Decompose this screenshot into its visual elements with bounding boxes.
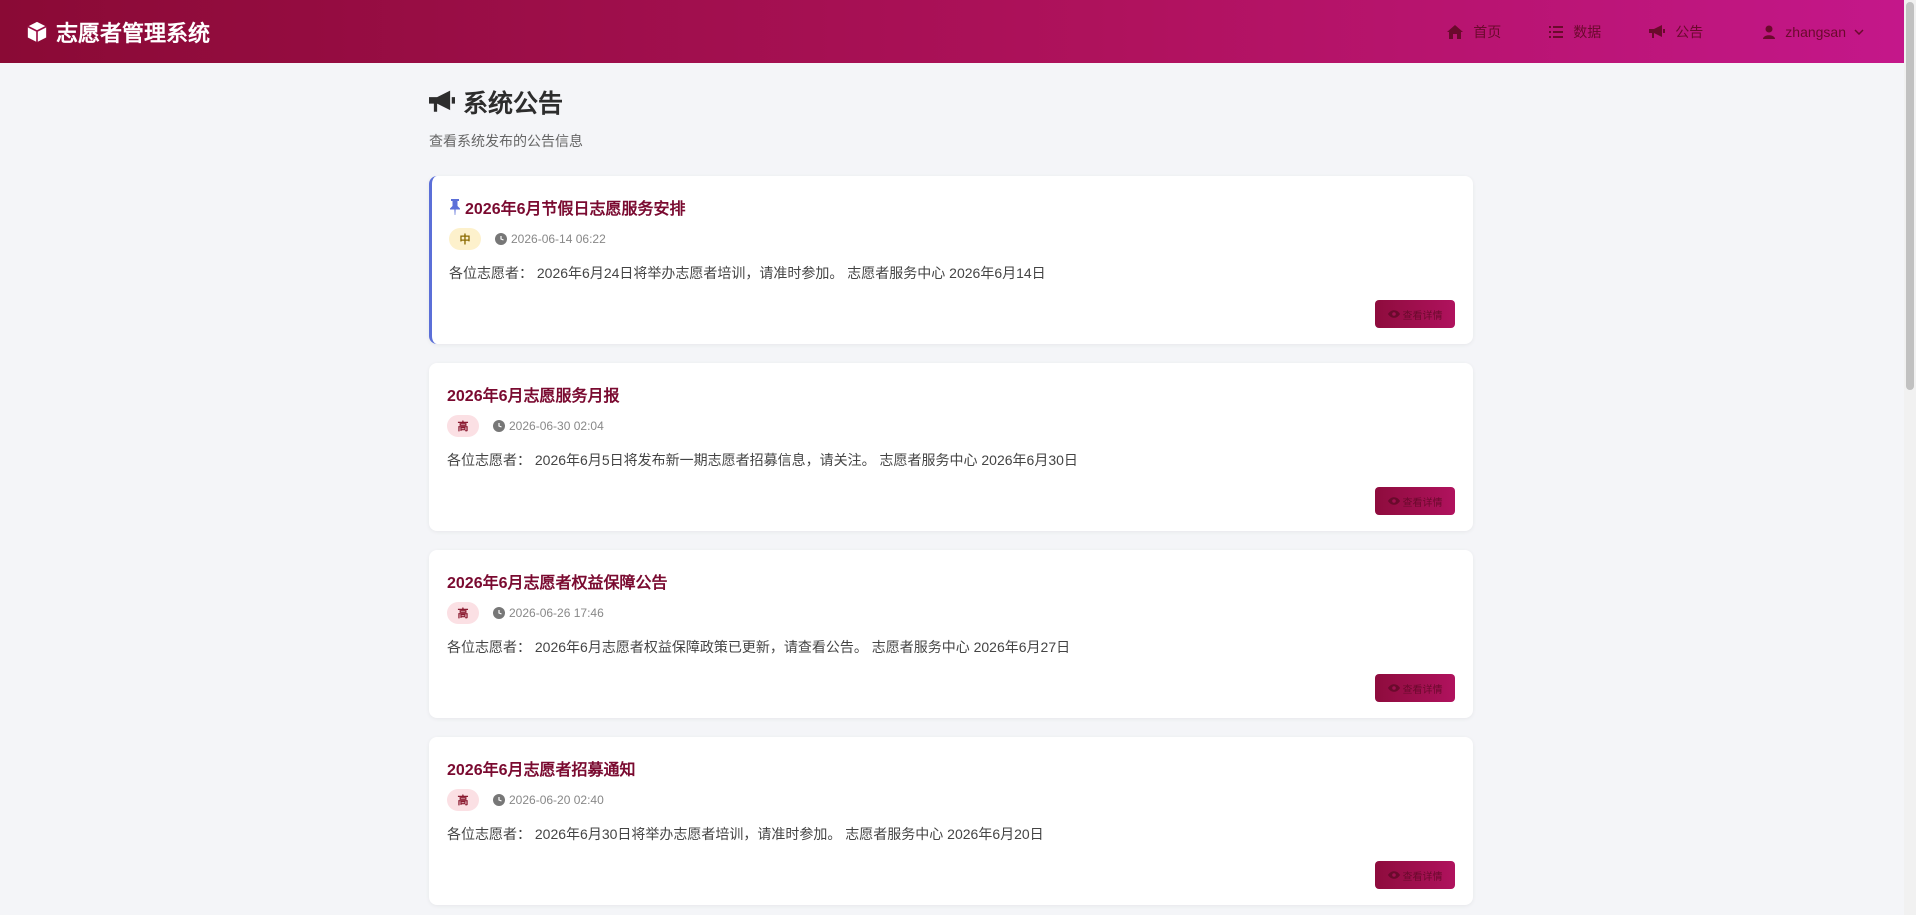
eye-icon <box>1387 684 1400 692</box>
main-content: 系统公告 查看系统发布的公告信息 2026年6月节假日志愿服务安排 中 2026… <box>429 63 1473 905</box>
view-detail-label: 查看详情 <box>1402 684 1443 696</box>
notice-title[interactable]: 2026年6月志愿服务月报 <box>447 382 620 406</box>
cube-icon <box>27 21 47 42</box>
eye-icon <box>1387 871 1400 879</box>
notice-body: 各位志愿者： 2026年6月24日将举办志愿者培训，请准时参加。 志愿者服务中心… <box>449 265 1046 281</box>
clock-icon <box>493 420 505 432</box>
notice-time: 2026-06-14 06:22 <box>495 232 606 246</box>
bullhorn-icon <box>429 90 455 112</box>
nav-data-label: 数据 <box>1573 23 1602 40</box>
eye-icon <box>1387 497 1400 505</box>
view-detail-button[interactable]: 查看详情 <box>1375 674 1455 702</box>
notice-time: 2026-06-30 02:04 <box>493 419 604 433</box>
view-detail-button[interactable]: 查看详情 <box>1375 487 1455 515</box>
scrollbar-thumb[interactable] <box>1906 2 1914 390</box>
app-title: 志愿者管理系统 <box>56 20 211 46</box>
notice-title[interactable]: 2026年6月志愿者权益保障公告 <box>447 569 668 593</box>
brand[interactable]: 志愿者管理系统 <box>26 0 210 63</box>
clock-icon <box>495 233 507 245</box>
page-scrollbar[interactable] <box>1904 0 1916 915</box>
bullhorn-icon <box>1649 24 1666 38</box>
notice-meta: 中 2026-06-14 06:22 <box>449 228 606 250</box>
notice-title[interactable]: 2026年6月节假日志愿服务安排 <box>449 195 686 219</box>
page-title: 系统公告 <box>429 87 1473 118</box>
notice-body: 各位志愿者： 2026年6月30日将举办志愿者培训，请准时参加。 志愿者服务中心… <box>447 826 1044 842</box>
notice-body: 各位志愿者： 2026年6月5日将发布新一期志愿者招募信息，请关注。 志愿者服务… <box>447 452 1078 468</box>
notice-time: 2026-06-20 02:40 <box>493 793 604 807</box>
priority-badge: 中 <box>449 228 481 250</box>
notice-title-text: 2026年6月志愿者招募通知 <box>447 762 636 779</box>
nav-home[interactable]: 首页 <box>1447 22 1501 42</box>
page-title-text: 系统公告 <box>463 90 564 118</box>
notice-meta: 高 2026-06-30 02:04 <box>447 415 604 437</box>
priority-badge: 高 <box>447 415 479 437</box>
clock-icon <box>493 607 505 619</box>
pin-icon <box>450 199 460 215</box>
user-icon <box>1763 25 1776 39</box>
notice-card: 2026年6月节假日志愿服务安排 中 2026-06-14 06:22 各位志愿… <box>429 176 1473 344</box>
notice-meta: 高 2026-06-20 02:40 <box>447 789 604 811</box>
nav-links: 首页 数据 公告 zhangsan <box>1399 0 1864 63</box>
notice-time-text: 2026-06-20 02:40 <box>509 793 604 807</box>
notice-time-text: 2026-06-14 06:22 <box>511 232 606 246</box>
view-detail-button[interactable]: 查看详情 <box>1375 300 1455 328</box>
username: zhangsan <box>1785 23 1846 40</box>
notice-title-text: 2026年6月节假日志愿服务安排 <box>465 201 686 218</box>
nav-notice[interactable]: 公告 <box>1649 22 1703 42</box>
view-detail-label: 查看详情 <box>1402 497 1443 509</box>
view-detail-button[interactable]: 查看详情 <box>1375 861 1455 889</box>
notice-time-text: 2026-06-30 02:04 <box>509 419 604 433</box>
chevron-down-icon <box>1854 28 1864 35</box>
notice-title-text: 2026年6月志愿服务月报 <box>447 388 620 405</box>
notice-title[interactable]: 2026年6月志愿者招募通知 <box>447 756 636 780</box>
eye-icon <box>1387 310 1400 318</box>
nav-data[interactable]: 数据 <box>1549 22 1601 42</box>
priority-badge: 高 <box>447 789 479 811</box>
priority-badge: 高 <box>447 602 479 624</box>
user-menu[interactable]: zhangsan <box>1763 24 1864 40</box>
notice-time: 2026-06-26 17:46 <box>493 606 604 620</box>
notice-card: 2026年6月志愿服务月报 高 2026-06-30 02:04 各位志愿者： … <box>429 363 1473 531</box>
view-detail-label: 查看详情 <box>1402 871 1443 883</box>
nav-notice-label: 公告 <box>1675 23 1704 40</box>
notice-card: 2026年6月志愿者权益保障公告 高 2026-06-26 17:46 各位志愿… <box>429 550 1473 718</box>
nav-home-label: 首页 <box>1473 23 1502 40</box>
top-navbar: 志愿者管理系统 首页 数据 公告 zhangsan <box>0 0 1904 63</box>
notice-title-text: 2026年6月志愿者权益保障公告 <box>447 575 668 592</box>
notice-body: 各位志愿者： 2026年6月志愿者权益保障政策已更新，请查看公告。 志愿者服务中… <box>447 639 1071 655</box>
clock-icon <box>493 794 505 806</box>
view-detail-label: 查看详情 <box>1402 310 1443 322</box>
notice-time-text: 2026-06-26 17:46 <box>509 606 604 620</box>
notice-card: 2026年6月志愿者招募通知 高 2026-06-20 02:40 各位志愿者：… <box>429 737 1473 905</box>
home-icon <box>1447 24 1464 39</box>
page-subtitle: 查看系统发布的公告信息 <box>429 133 583 149</box>
list-icon <box>1549 25 1564 38</box>
notice-meta: 高 2026-06-26 17:46 <box>447 602 604 624</box>
